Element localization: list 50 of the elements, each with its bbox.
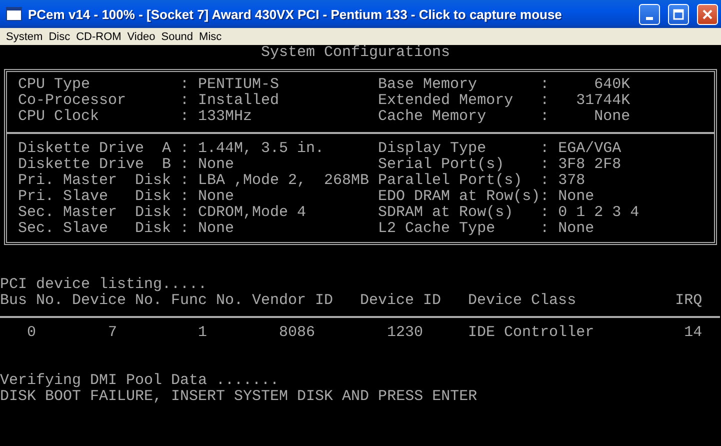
column-header: Vendor ID [252,292,334,309]
config-entry: L2 Cache Type : None [378,221,594,237]
column-header: IRQ [675,292,702,309]
screen-heading: System Configurations [261,44,450,61]
config-entry: Diskette Drive B : None [18,156,234,173]
boot-message: Verifying DMI Pool Data ....... [0,372,280,389]
config-entry: EDO DRAM at Row(s): None [378,189,594,205]
menu-item[interactable]: Disc [48,30,76,42]
config-entry: Sec. Slave Disk : None [18,220,234,237]
maximize-button[interactable] [668,4,689,24]
config-entry: CPU Clock : 133MHz [18,108,252,125]
config-entry: Sec. Master Disk : CDROM,Mode 4 [18,204,306,221]
config-entry: Display Type : EGA/VGA [378,141,622,157]
column-header: Bus No. [0,292,64,309]
table-cell: 1230 [387,324,424,341]
close-icon [702,8,713,20]
table-cell: 14 [684,324,702,341]
table-cell: 1 [198,324,208,341]
window-title: PCem v14 - 100% - [Socket 7] Award 430VX PCI - Pentium 133 - Click to capture mouse [28,6,563,22]
maximize-icon [673,8,684,20]
menu-item[interactable]: Misc [198,30,227,42]
config-entry: Serial Port(s) : 3F8 2F8 [378,157,622,173]
column-header: Device ID [360,292,442,309]
column-header: Device No. [72,292,162,309]
config-entry: Cache Memory : None [378,109,630,125]
column-header: Func No. [171,292,244,309]
config-entry: CPU Type : PENTIUM-S [18,76,280,93]
close-button[interactable] [697,4,718,24]
config-entry: Pri. Slave Disk : None [18,188,234,205]
config-entry: Co-Processor : Installed [18,92,280,109]
menu-item[interactable]: CD-ROM [75,30,126,42]
menu-item[interactable]: System [5,30,48,42]
window-icon [6,7,22,21]
config-entry: Diskette Drive A : 1.44M, 3.5 in. [18,140,324,157]
config-entry: Pri. Master Disk : LBA ,Mode 2, 268MB [18,172,370,189]
boot-message: DISK BOOT FAILURE, INSERT SYSTEM DISK AND PRESS ENTER [0,388,478,405]
column-header: Device Class [468,292,576,309]
pci-listing-title: PCI device listing..... [0,276,208,293]
menu-item[interactable]: Video [126,30,160,42]
config-entry: Base Memory : 640K [378,77,630,93]
table-cell: 0 [27,324,36,341]
menu-item[interactable]: Sound [160,30,198,42]
config-entry: SDRAM at Row(s) : 0 1 2 3 4 [378,205,640,221]
table-cell: 7 [108,324,118,341]
table-cell: 8086 [279,324,316,341]
table-cell: IDE Controller [468,324,594,341]
config-entry: Extended Memory : 31744K [378,93,630,109]
minimize-button[interactable] [639,4,660,24]
config-entry: Parallel Port(s) : 378 [378,173,586,189]
minimize-icon [646,16,653,20]
